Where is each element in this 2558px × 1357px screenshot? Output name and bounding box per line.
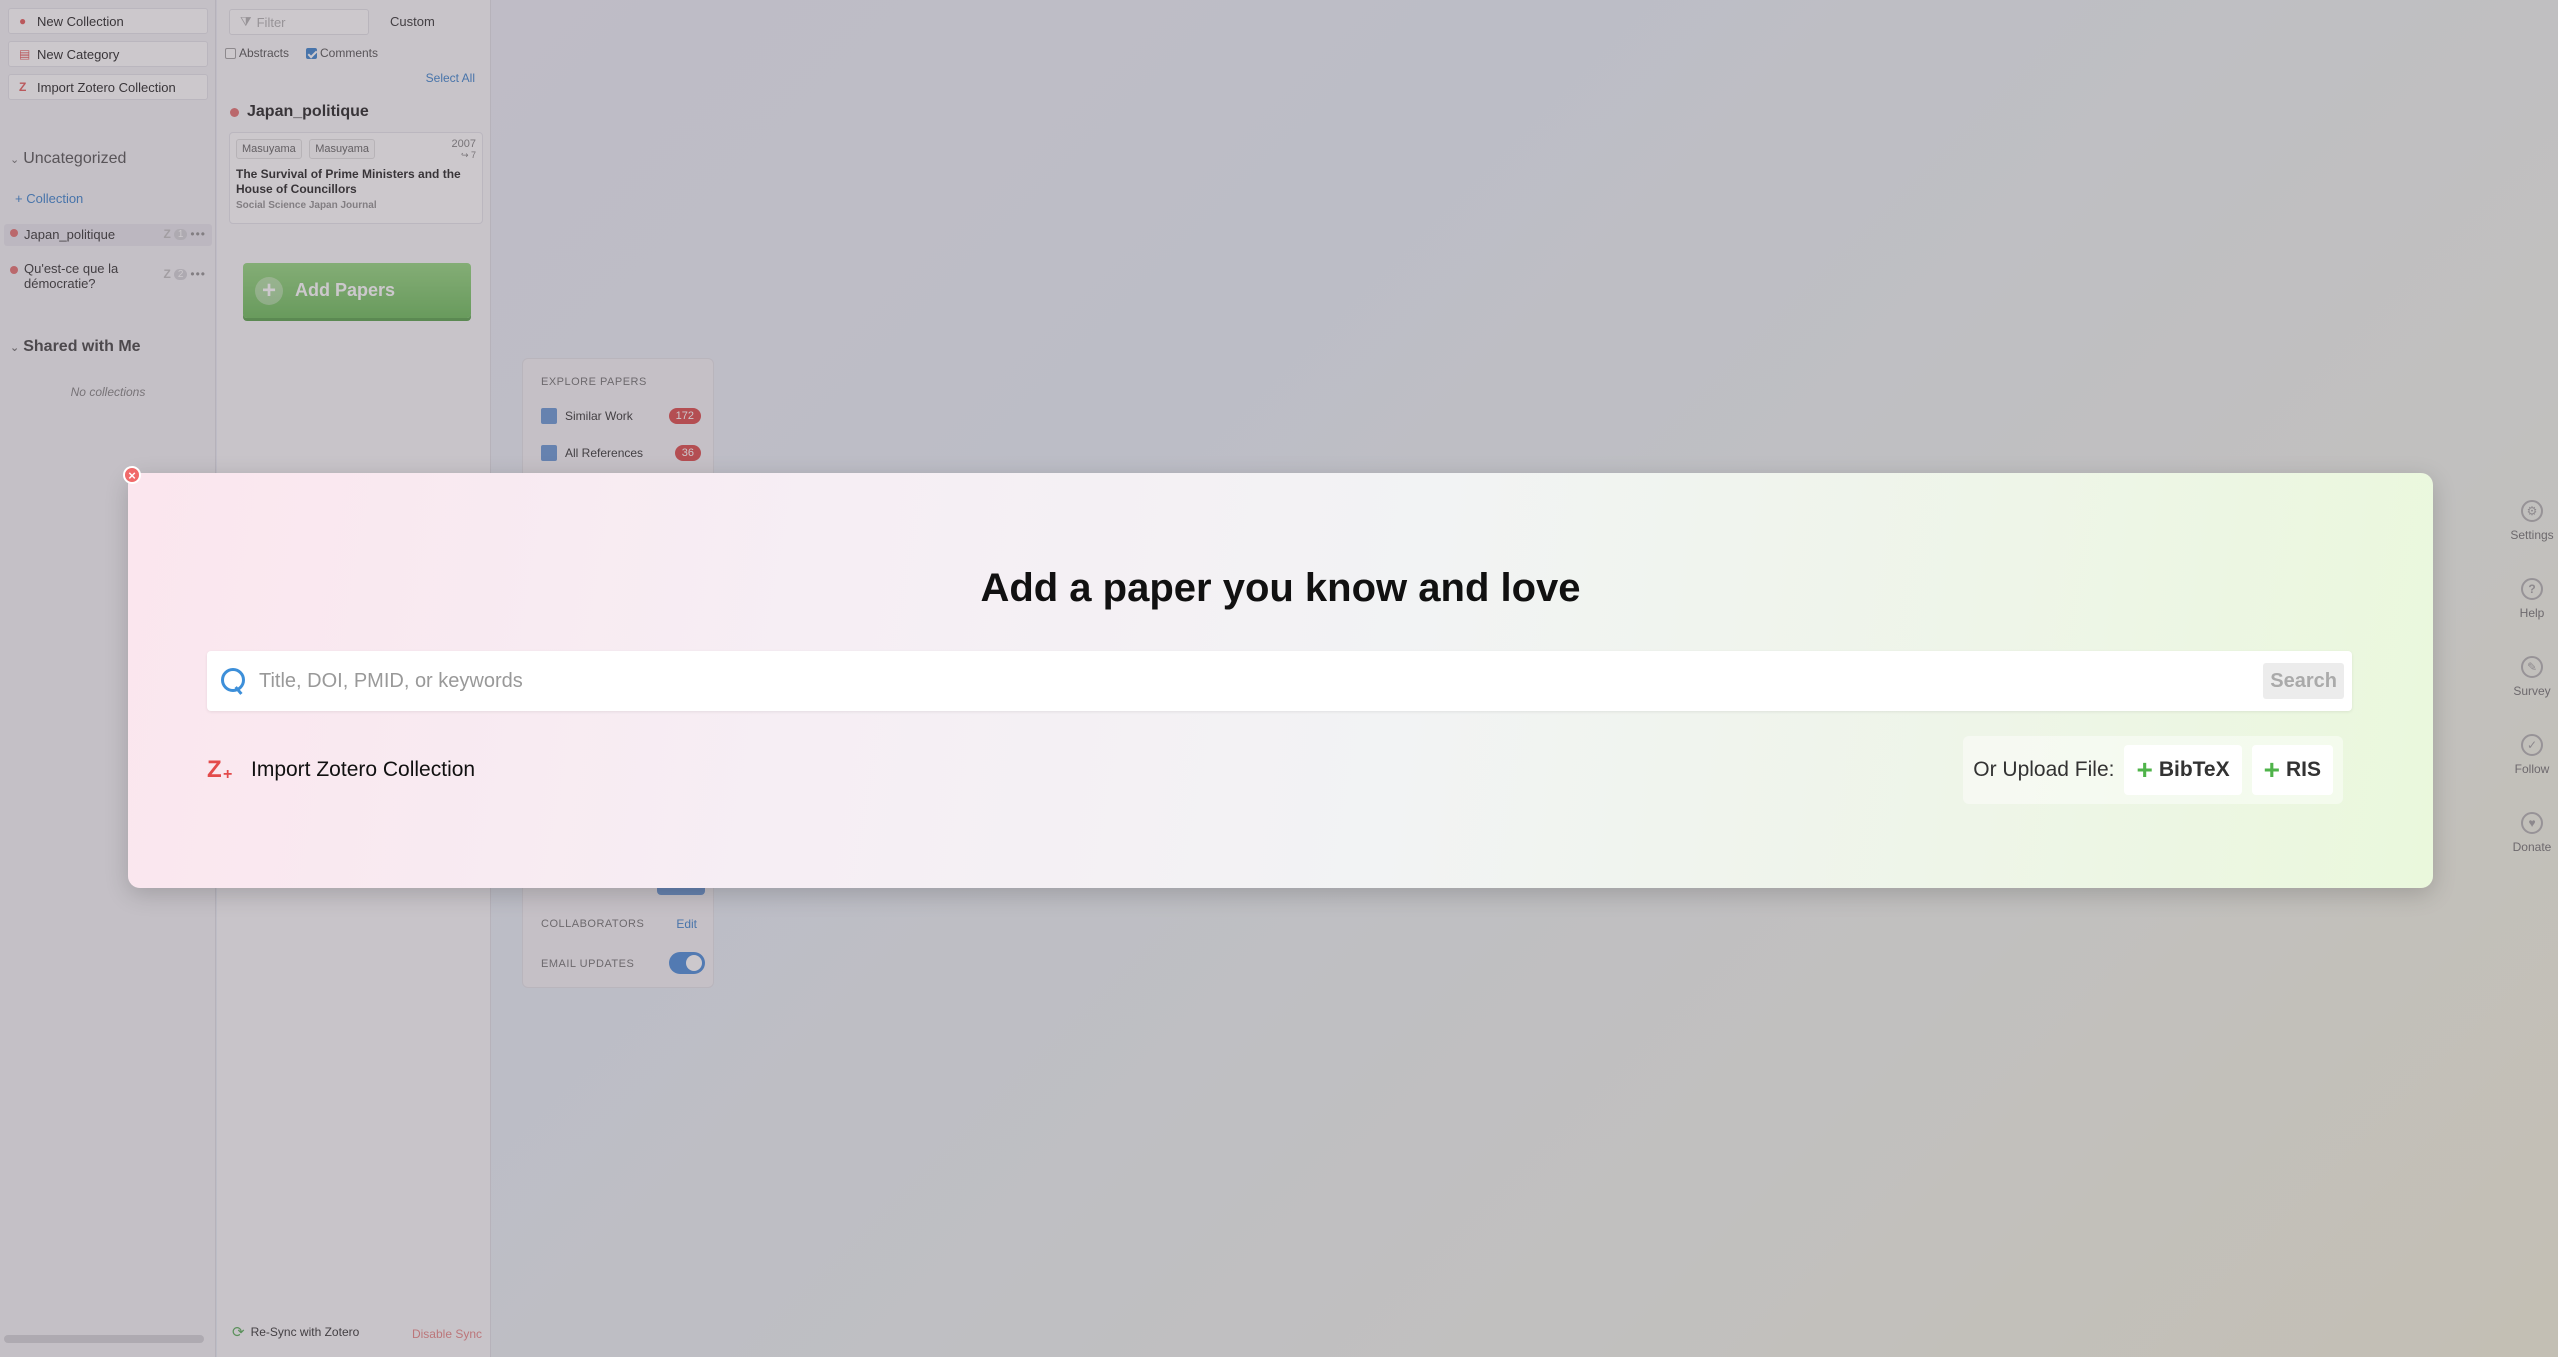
upload-bibtex-button[interactable]: + BibTeX [2124, 745, 2242, 795]
search-icon [219, 666, 249, 696]
zotero-add-icon: Z + [207, 756, 233, 783]
plus-icon: + [2263, 754, 2280, 785]
close-icon[interactable]: × [123, 466, 141, 484]
search-input[interactable] [259, 651, 2264, 711]
upload-file-group: Or Upload File: + BibTeX + RIS [1963, 736, 2343, 804]
upload-ris-button[interactable]: + RIS [2251, 745, 2333, 795]
upload-label: Or Upload File: [1973, 758, 2115, 781]
import-zotero-collection-button[interactable]: Z + Import Zotero Collection [207, 756, 475, 784]
plus-icon: + [2136, 754, 2153, 785]
add-paper-modal: Add a paper you know and love Search Z+ … [128, 473, 2433, 888]
search-button[interactable]: Search [2263, 663, 2344, 699]
modal-title: Add a paper you know and love [980, 566, 1581, 610]
search-box: Search [207, 651, 2352, 711]
